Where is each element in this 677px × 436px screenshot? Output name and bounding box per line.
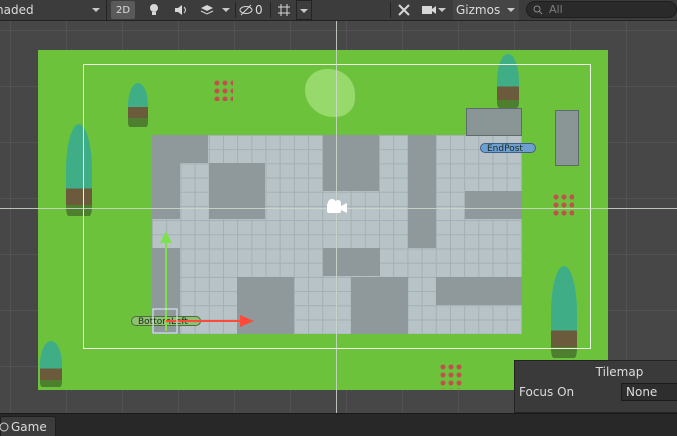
lightbulb-icon [150,4,158,15]
shading-mode-dropdown[interactable]: haded [0,0,107,20]
chevron-down-icon [300,9,308,13]
overlay-title: Tilemap [595,365,644,379]
tab-game[interactable]: Game [0,416,56,436]
tilemap-overlay-panel: Tilemap Focus On None [514,360,677,413]
gizmos-label: Gizmos [456,3,501,17]
layers-icon [200,5,214,15]
bottom-tab-bar: Game [0,413,677,436]
speaker-icon [175,5,186,15]
arrow-right-icon [240,315,254,327]
scene-axis-vertical [336,21,337,413]
gizmos-button[interactable]: Gizmos [453,0,519,20]
audio-toggle[interactable] [170,0,192,20]
scene-toolbar: haded 2D 0 Gizmos All [0,0,677,21]
arrow-up-icon [160,231,172,243]
tools-toggle[interactable] [393,0,415,20]
chevron-down-icon [92,8,100,12]
tools-icon [398,4,410,16]
scene-view[interactable]: EndPost BottomLeft Tilemap Focus On None [0,21,677,413]
grid-toggle[interactable] [273,0,295,20]
focus-on-dropdown[interactable]: None [621,383,677,401]
hidden-objects-toggle[interactable]: 0 [239,0,269,20]
chevron-down-icon [438,8,446,12]
search-input[interactable]: All [526,1,677,18]
search-icon [533,5,543,14]
effects-toggle[interactable] [196,0,218,20]
shading-mode-label: haded [0,3,34,17]
lighting-toggle[interactable] [143,0,165,20]
tab-game-label: Game [11,419,47,434]
move-gizmo[interactable] [150,225,260,337]
hidden-count: 0 [255,3,263,17]
grid-icon [278,4,290,16]
chevron-down-icon [507,8,515,12]
endpost-label[interactable]: EndPost [480,143,536,154]
decor-dots [439,363,463,389]
tree [40,341,62,387]
chevron-down-icon [222,8,230,12]
camera-dropdown[interactable] [418,0,450,20]
search-placeholder: All [549,3,563,16]
grid-dropdown[interactable] [296,0,312,20]
effects-dropdown[interactable] [219,0,233,20]
focus-on-label: Focus On [519,385,575,399]
mode-2d-toggle[interactable]: 2D [111,1,135,19]
eye-slash-icon [239,4,253,16]
video-camera-icon [422,6,436,14]
gamepad-icon [0,422,9,431]
camera-gizmo-icon[interactable] [325,198,349,216]
